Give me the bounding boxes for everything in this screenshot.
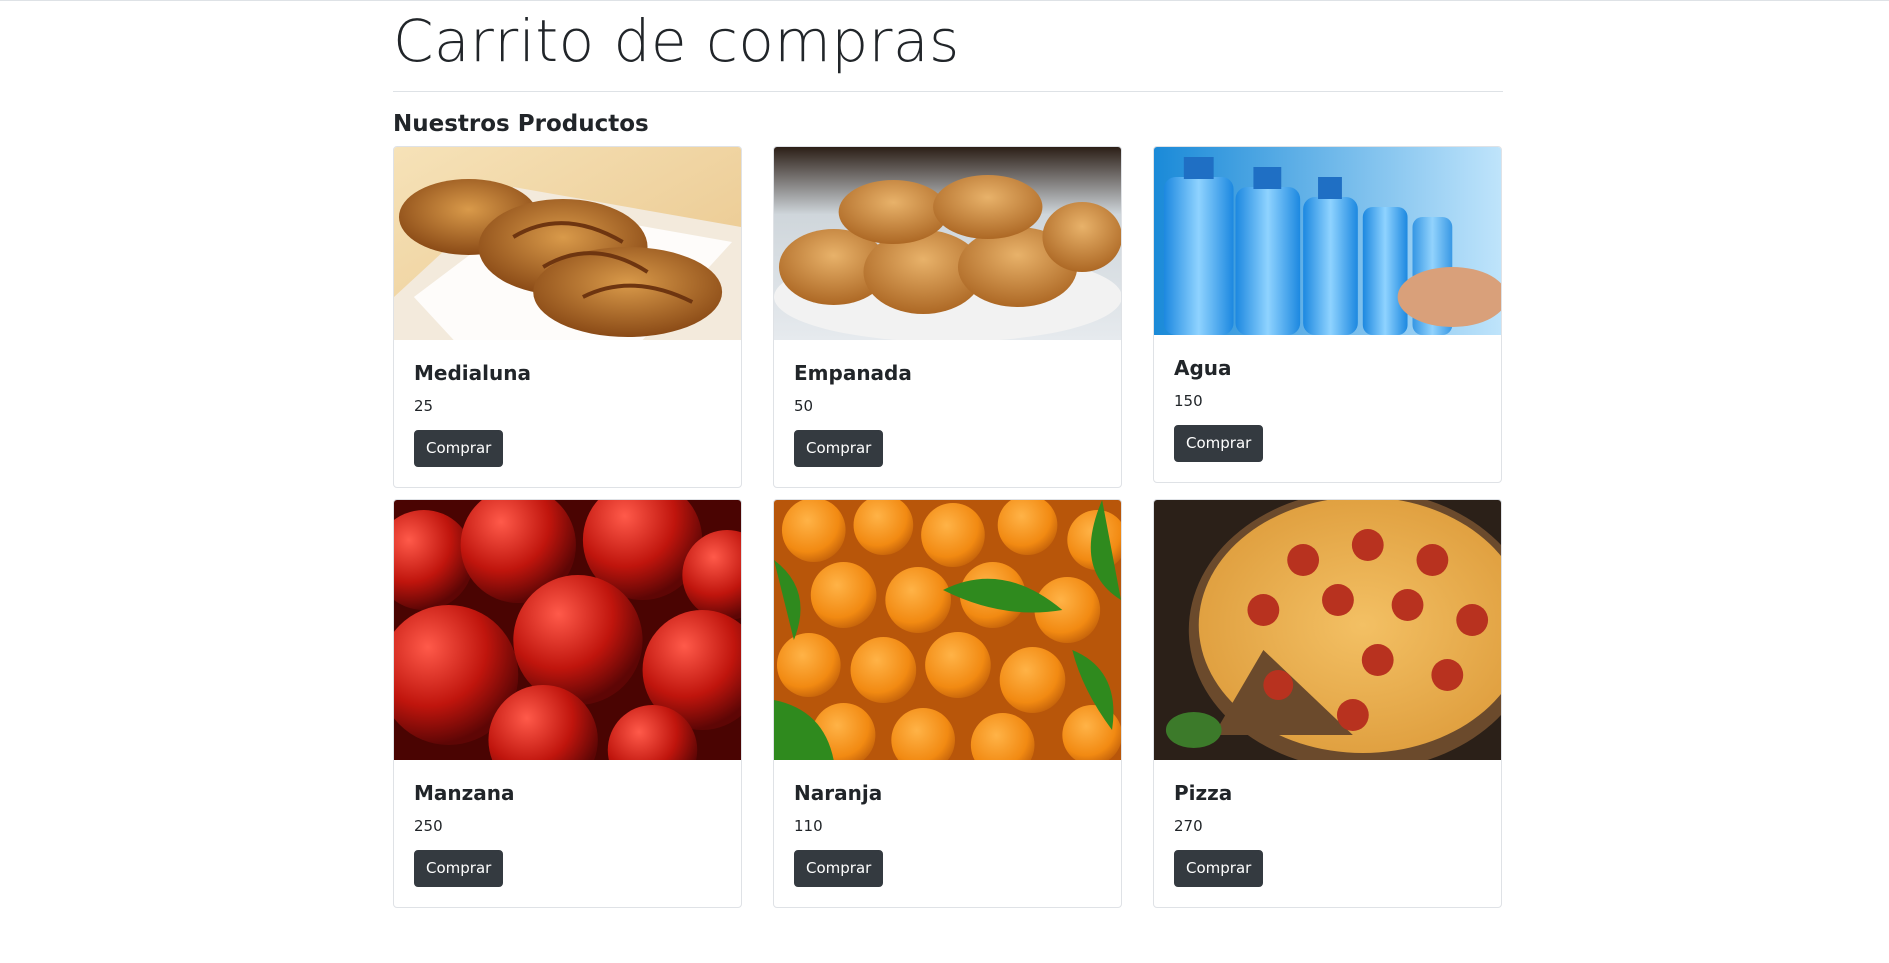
product-card-empanada: Empanada 50 Comprar <box>773 146 1122 488</box>
product-card-medialuna: Medialuna 25 Comprar <box>393 146 742 488</box>
water-bottles-image <box>1154 147 1501 335</box>
buy-button-medialuna[interactable]: Comprar <box>414 430 504 467</box>
empanada-image <box>774 147 1121 340</box>
product-card-agua: Agua 150 Comprar <box>1153 146 1502 483</box>
product-name: Naranja <box>794 781 883 805</box>
product-price: 250 <box>414 817 443 835</box>
buy-button-agua[interactable]: Comprar <box>1174 425 1264 462</box>
pizza-image <box>1154 500 1501 760</box>
buy-button-empanada[interactable]: Comprar <box>794 430 884 467</box>
page-container: Carrito de compras Nuestros Productos Me… <box>393 0 1503 908</box>
product-grid: Medialuna 25 Comprar Empanada 50 Comprar… <box>393 146 1503 908</box>
buy-button-manzana[interactable]: Comprar <box>414 850 504 887</box>
product-name: Pizza <box>1174 781 1233 805</box>
apples-image <box>394 500 741 760</box>
product-card-manzana: Manzana 250 Comprar <box>393 499 742 908</box>
product-name: Agua <box>1174 356 1232 380</box>
product-card-pizza: Pizza 270 Comprar <box>1153 499 1502 908</box>
product-card-naranja: Naranja 110 Comprar <box>773 499 1122 908</box>
product-name: Manzana <box>414 781 515 805</box>
croissant-image <box>394 147 741 340</box>
page-title: Carrito de compras <box>393 7 960 75</box>
section-title: Nuestros Productos <box>393 111 649 137</box>
product-price: 110 <box>794 817 823 835</box>
product-price: 50 <box>794 397 814 415</box>
buy-button-naranja[interactable]: Comprar <box>794 850 884 887</box>
product-price: 150 <box>1174 392 1203 410</box>
title-divider <box>393 91 1503 92</box>
product-name: Empanada <box>794 361 912 385</box>
oranges-image <box>774 500 1121 760</box>
buy-button-pizza[interactable]: Comprar <box>1174 850 1264 887</box>
product-price: 25 <box>414 397 434 415</box>
product-name: Medialuna <box>414 361 531 385</box>
product-price: 270 <box>1174 817 1203 835</box>
